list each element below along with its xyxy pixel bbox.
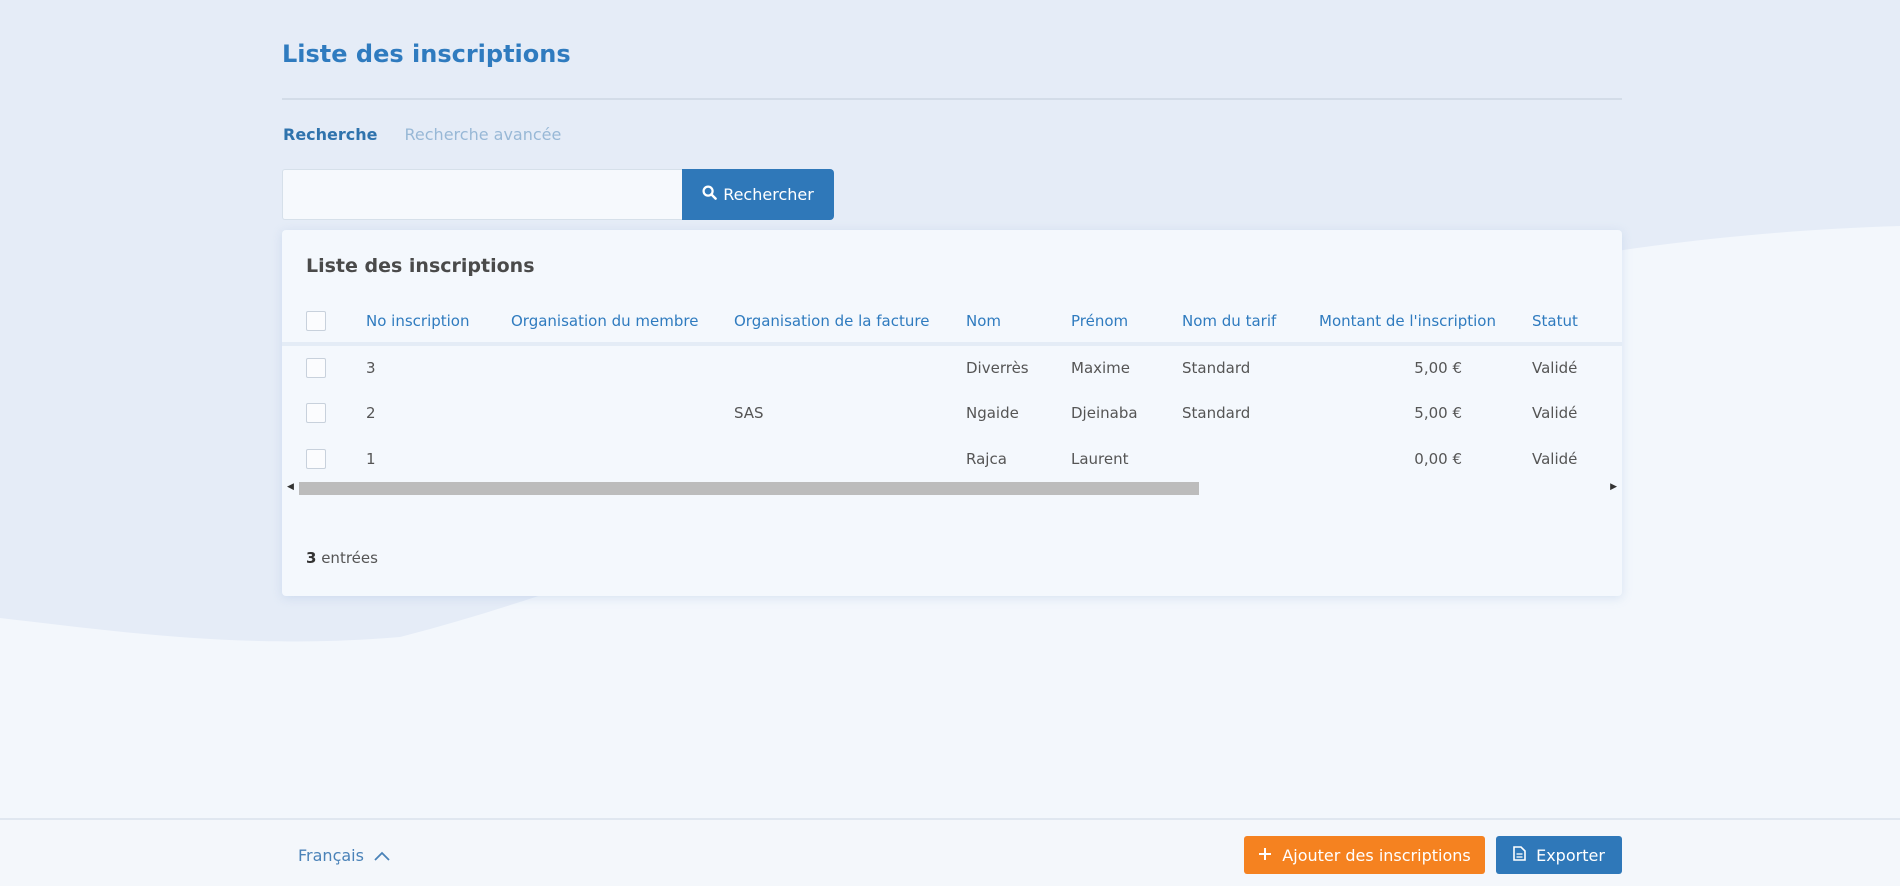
title-divider xyxy=(282,98,1622,100)
cell-prenom: Djeinaba xyxy=(1071,404,1138,422)
row-checkbox-cell xyxy=(282,344,366,390)
registrations-table: No inscription Organisation du membre Or… xyxy=(282,300,1622,476)
cell-org-membre xyxy=(511,390,734,436)
cell-org-membre xyxy=(511,344,734,390)
registrations-card: Liste des inscriptions No inscription Or… xyxy=(282,230,1622,596)
cell-spacer xyxy=(1462,390,1532,436)
cell-org-facture xyxy=(734,436,966,476)
cell-no: 1 xyxy=(366,450,376,468)
column-header[interactable]: Prénom xyxy=(1071,300,1182,346)
page-title: Liste des inscriptions xyxy=(282,40,571,68)
scroll-left-arrow-icon[interactable]: ◀ xyxy=(287,482,294,492)
cell-montant: 0,00 € xyxy=(1414,450,1462,468)
cell-org-membre xyxy=(511,436,734,476)
cell-no: 3 xyxy=(366,359,376,377)
search-bar: Rechercher xyxy=(282,169,834,220)
search-input[interactable] xyxy=(282,169,682,220)
column-header[interactable]: Organisation de la facture xyxy=(734,300,966,346)
add-registrations-label: Ajouter des inscriptions xyxy=(1282,845,1471,865)
cell-spacer xyxy=(1462,436,1532,476)
language-label: Français xyxy=(298,846,364,865)
cell-nom: Rajca xyxy=(966,450,1007,468)
scroll-right-arrow-icon[interactable]: ▶ xyxy=(1610,482,1617,492)
card-title: Liste des inscriptions xyxy=(306,255,535,277)
column-header[interactable]: Statut xyxy=(1532,300,1622,346)
table-viewport: No inscription Organisation du membre Or… xyxy=(282,300,1622,476)
tab-recherche[interactable]: Recherche xyxy=(283,125,378,144)
search-button[interactable]: Rechercher xyxy=(682,169,834,220)
cell-tarif: Standard xyxy=(1182,404,1251,422)
cell-spacer xyxy=(1462,344,1532,390)
cell-prenom: Laurent xyxy=(1071,450,1129,468)
cell-nom: Diverrès xyxy=(966,359,1029,377)
scroll-thumb[interactable] xyxy=(299,482,1200,495)
cell-statut: Validé xyxy=(1532,450,1578,468)
entries-count: 3 entrées xyxy=(306,549,378,567)
export-label: Exporter xyxy=(1536,845,1605,865)
select-all-checkbox[interactable] xyxy=(306,311,326,331)
add-registrations-button[interactable]: Ajouter des inscriptions xyxy=(1244,836,1485,874)
footer-bar: Français Ajouter des inscriptions Export… xyxy=(0,818,1900,886)
table-row[interactable]: 1 Rajca Laurent 0,00 € Validé xyxy=(282,436,1622,476)
row-checkbox-cell xyxy=(282,390,366,436)
scroll-track[interactable] xyxy=(299,482,1604,495)
cell-org-facture xyxy=(734,344,966,390)
row-checkbox[interactable] xyxy=(306,403,326,423)
table-row[interactable]: 2 SAS Ngaide Djeinaba Standard 5,00 € Va… xyxy=(282,390,1622,436)
entries-label: entrées xyxy=(316,549,378,567)
cell-montant: 5,00 € xyxy=(1414,404,1462,422)
select-all-cell xyxy=(282,300,366,346)
horizontal-scrollbar[interactable]: ◀ ▶ xyxy=(287,480,1617,496)
column-header[interactable]: Nom xyxy=(966,300,1071,346)
table-row[interactable]: 3 Diverrès Maxime Standard 5,00 € Validé xyxy=(282,344,1622,390)
cell-tarif: Standard xyxy=(1182,359,1251,377)
search-button-label: Rechercher xyxy=(723,185,814,204)
row-checkbox[interactable] xyxy=(306,358,326,378)
chevron-up-icon xyxy=(374,846,390,865)
search-tabs: Recherche Recherche avancée xyxy=(283,125,561,144)
table-header-row: No inscription Organisation du membre Or… xyxy=(282,300,1622,346)
file-icon xyxy=(1513,845,1526,865)
tab-recherche-avancee[interactable]: Recherche avancée xyxy=(405,125,562,144)
row-checkbox[interactable] xyxy=(306,449,326,469)
cell-prenom: Maxime xyxy=(1071,359,1131,377)
column-header[interactable]: No inscription xyxy=(366,300,511,346)
column-header[interactable]: Montant de l'inscription xyxy=(1319,300,1496,346)
search-icon xyxy=(702,185,717,204)
column-header[interactable]: Nom du tarif xyxy=(1182,300,1319,346)
export-button[interactable]: Exporter xyxy=(1496,836,1622,874)
cell-statut: Validé xyxy=(1532,359,1578,377)
plus-icon xyxy=(1258,846,1272,865)
cell-org-facture: SAS xyxy=(734,404,764,422)
row-checkbox-cell xyxy=(282,436,366,476)
cell-tarif xyxy=(1182,436,1319,476)
cell-statut: Validé xyxy=(1532,404,1578,422)
language-selector[interactable]: Français xyxy=(298,846,390,865)
cell-montant: 5,00 € xyxy=(1414,359,1462,377)
entries-number: 3 xyxy=(306,549,317,567)
column-header[interactable]: Organisation du membre xyxy=(511,300,734,346)
cell-nom: Ngaide xyxy=(966,404,1019,422)
cell-no: 2 xyxy=(366,404,376,422)
